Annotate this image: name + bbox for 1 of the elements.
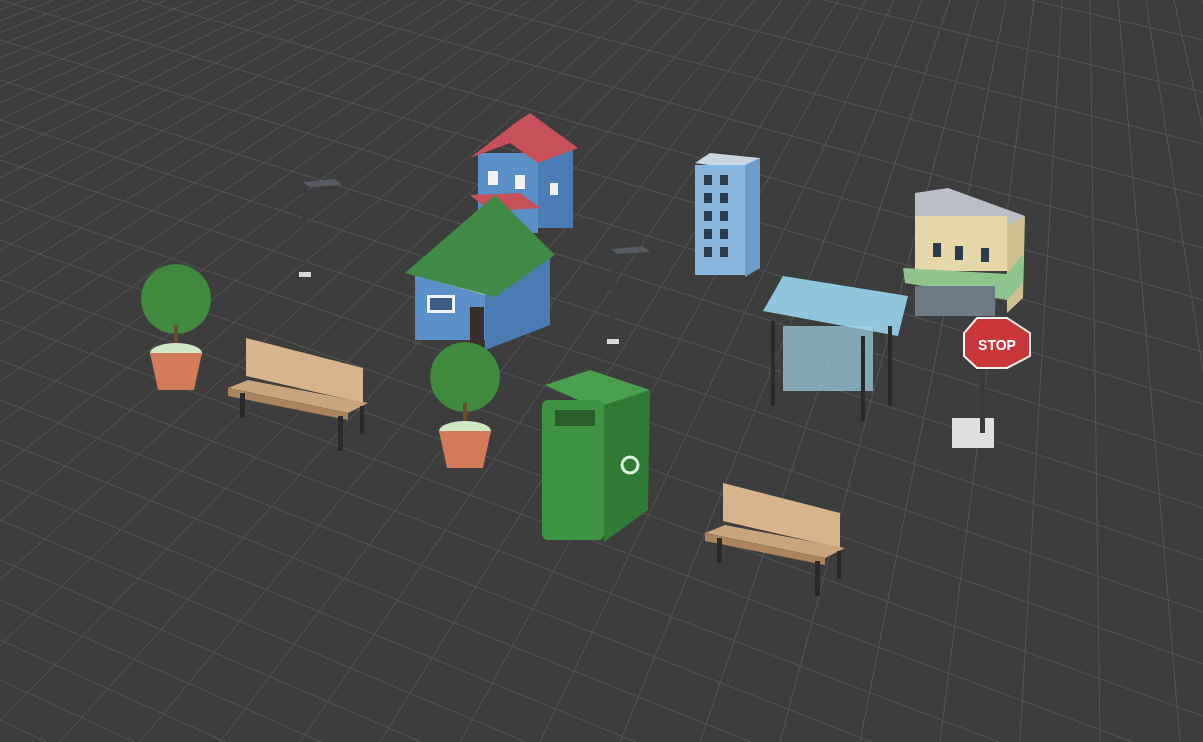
stop-sign-label: STOP <box>978 337 1016 353</box>
